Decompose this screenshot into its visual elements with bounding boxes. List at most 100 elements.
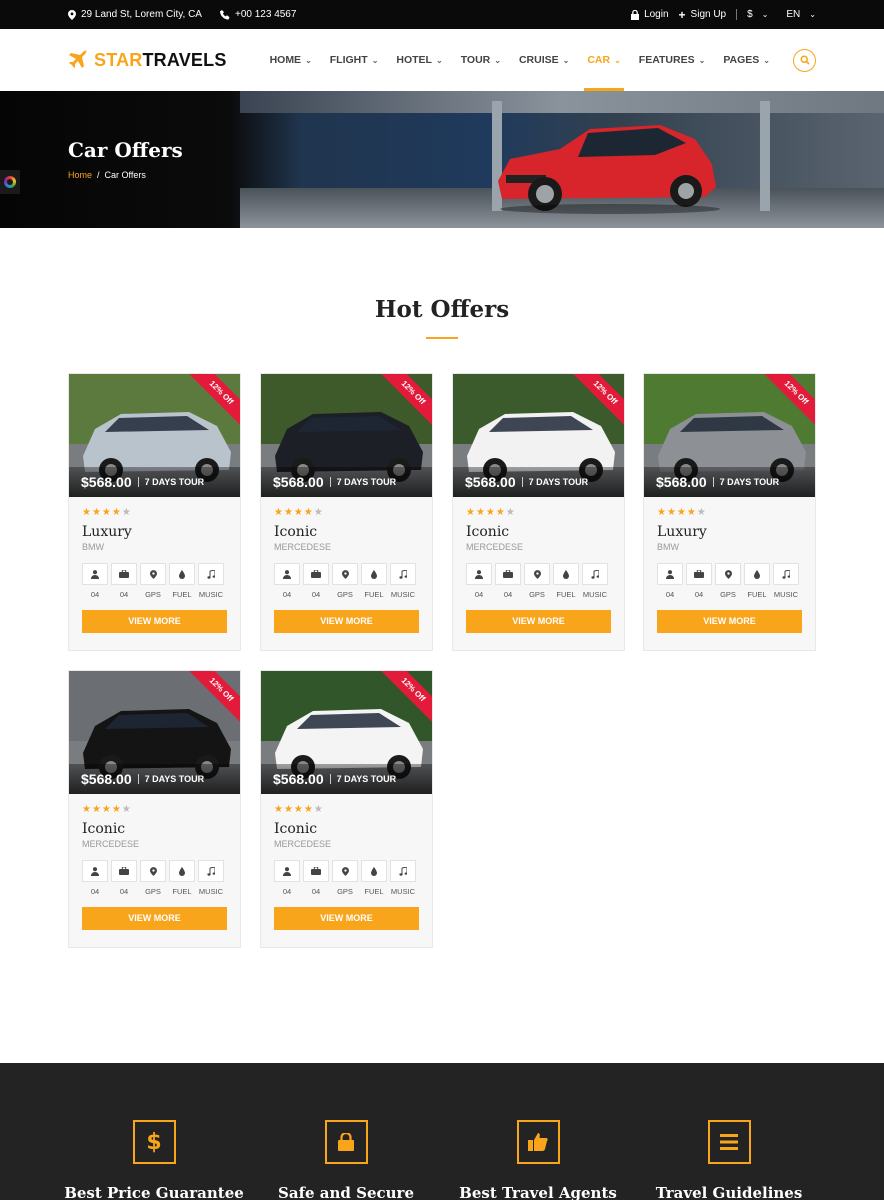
feature-label: FUEL xyxy=(364,590,384,599)
logo[interactable]: STARTRAVELS xyxy=(68,50,227,71)
feature-map-pin: GPS xyxy=(715,563,741,599)
fuel-drop-icon xyxy=(169,860,195,882)
feature-list: 04 04 GPS FUEL MUSIC xyxy=(657,563,802,599)
card-body: ★★★★★ Iconic MERCEDESE 04 04 GPS FUEL MU… xyxy=(261,497,432,633)
breadcrumb-current: Car Offers xyxy=(104,170,146,180)
car-brand: MERCEDESE xyxy=(274,839,332,849)
divider xyxy=(712,477,714,487)
logo-star-text: STAR xyxy=(94,49,143,70)
lock-icon xyxy=(324,1120,368,1164)
view-more-button[interactable]: VIEW MORE xyxy=(466,610,611,633)
car-name[interactable]: Iconic xyxy=(82,821,227,837)
car-name[interactable]: Luxury xyxy=(657,524,802,540)
feature-label: 04 xyxy=(694,590,704,599)
music-icon xyxy=(198,563,224,585)
card-body: ★★★★★ Iconic MERCEDESE 04 04 GPS FUEL MU… xyxy=(261,794,432,930)
nav-car[interactable]: CAR ⌄ xyxy=(578,29,629,91)
view-more-button[interactable]: VIEW MORE xyxy=(274,907,419,930)
map-pin-icon xyxy=(332,860,358,882)
nav-cruise[interactable]: CRUISE ⌄ xyxy=(510,29,578,91)
feature-briefcase: 04 xyxy=(111,563,137,599)
feature-title: Best Price Guarantee xyxy=(64,1184,244,1200)
nav-features[interactable]: FEATURES ⌄ xyxy=(630,29,715,91)
nav-hotel[interactable]: HOTEL ⌄ xyxy=(387,29,451,91)
banner-ceiling xyxy=(240,91,884,113)
feature-label: MUSIC xyxy=(773,590,799,599)
language-value: EN xyxy=(786,9,801,20)
feature-list: 04 04 GPS FUEL MUSIC xyxy=(82,860,227,896)
divider xyxy=(736,9,738,20)
car-brand: BMW xyxy=(657,542,679,552)
breadcrumb: Home / Car Offers xyxy=(68,170,146,180)
duration: 7 DAYS TOUR xyxy=(528,477,589,487)
feature-music: MUSIC xyxy=(773,563,799,599)
view-more-button[interactable]: VIEW MORE xyxy=(82,907,227,930)
breadcrumb-home[interactable]: Home xyxy=(68,170,92,180)
feature-user: 04 xyxy=(466,563,492,599)
color-switcher-button[interactable] xyxy=(0,170,20,194)
feature-label: MUSIC xyxy=(582,590,608,599)
star-rating: ★★★★★ xyxy=(466,507,516,518)
nav-label: PAGES xyxy=(723,54,760,66)
divider xyxy=(521,477,523,487)
page-title: Car Offers xyxy=(68,138,183,162)
car-name[interactable]: Iconic xyxy=(274,524,419,540)
price: $568.00 xyxy=(273,474,324,490)
nav-tour[interactable]: TOUR ⌄ xyxy=(452,29,510,91)
view-more-button[interactable]: VIEW MORE xyxy=(82,610,227,633)
divider xyxy=(137,477,139,487)
user-icon xyxy=(274,563,300,585)
login-link[interactable]: Login xyxy=(631,9,669,20)
feature-music: MUSIC xyxy=(390,860,416,896)
login-label: Login xyxy=(644,9,669,20)
feature-label: GPS xyxy=(145,887,161,896)
phone[interactable]: +00 123 4567 xyxy=(219,9,296,20)
features-strip: $ Best Price Guarantee Safe and Secure B… xyxy=(0,1063,884,1200)
color-wheel-icon xyxy=(4,176,16,188)
feature-music: MUSIC xyxy=(390,563,416,599)
user-icon xyxy=(82,860,108,882)
feature-briefcase: 04 xyxy=(111,860,137,896)
car-image[interactable]: 12% Off $568.00 7 DAYS TOUR xyxy=(644,374,815,497)
signup-link[interactable]: + Sign Up xyxy=(679,8,727,22)
main-header: STARTRAVELS HOME ⌄ FLIGHT ⌄ HOTEL ⌄ TOUR ⌄ C… xyxy=(0,29,884,91)
car-image[interactable]: 12% Off $568.00 7 DAYS TOUR xyxy=(453,374,624,497)
view-more-button[interactable]: VIEW MORE xyxy=(274,610,419,633)
card-body: ★★★★★ Luxury BMW 04 04 GPS FUEL MUSIC VI… xyxy=(644,497,815,633)
price: $568.00 xyxy=(81,474,132,490)
currency-select[interactable]: $ ⌄ xyxy=(747,9,768,20)
page-banner: Car Offers Home / Car Offers xyxy=(0,91,884,228)
language-select[interactable]: EN ⌄ xyxy=(786,9,816,20)
feature-user: 04 xyxy=(274,563,300,599)
divider xyxy=(137,774,139,784)
feature-map-pin: GPS xyxy=(140,563,166,599)
car-name[interactable]: Luxury xyxy=(82,524,227,540)
feature-label: 04 xyxy=(311,887,321,896)
car-image[interactable]: 12% Off $568.00 7 DAYS TOUR xyxy=(261,374,432,497)
car-image[interactable]: 12% Off $568.00 7 DAYS TOUR xyxy=(261,671,432,794)
price: $568.00 xyxy=(656,474,707,490)
chevron-down-icon: ⌄ xyxy=(371,55,379,65)
car-image[interactable]: 12% Off $568.00 7 DAYS TOUR xyxy=(69,671,240,794)
view-more-button[interactable]: VIEW MORE xyxy=(657,610,802,633)
car-image[interactable]: 12% Off $568.00 7 DAYS TOUR xyxy=(69,374,240,497)
car-name[interactable]: Iconic xyxy=(274,821,419,837)
feature-map-pin: GPS xyxy=(332,563,358,599)
search-icon xyxy=(799,55,810,65)
nav-pages[interactable]: PAGES ⌄ xyxy=(714,29,779,91)
car-name[interactable]: Iconic xyxy=(466,524,611,540)
chevron-down-icon: ⌄ xyxy=(614,55,621,65)
card-body: ★★★★★ Iconic MERCEDESE 04 04 GPS FUEL MU… xyxy=(453,497,624,633)
star-rating: ★★★★★ xyxy=(274,507,324,518)
search-button[interactable] xyxy=(793,48,816,72)
nav-home[interactable]: HOME ⌄ xyxy=(261,29,321,91)
nav-flight[interactable]: FLIGHT ⌄ xyxy=(321,29,388,91)
offer-card: 12% Off $568.00 7 DAYS TOUR ★★★★★ Luxury… xyxy=(643,373,816,651)
briefcase-icon xyxy=(111,563,137,585)
chevron-down-icon: ⌄ xyxy=(761,10,769,19)
signup-label: Sign Up xyxy=(690,9,727,20)
feature-user: 04 xyxy=(82,860,108,896)
feature-label: 04 xyxy=(311,590,321,599)
feature-label: 04 xyxy=(282,887,292,896)
feature-user: 04 xyxy=(274,860,300,896)
